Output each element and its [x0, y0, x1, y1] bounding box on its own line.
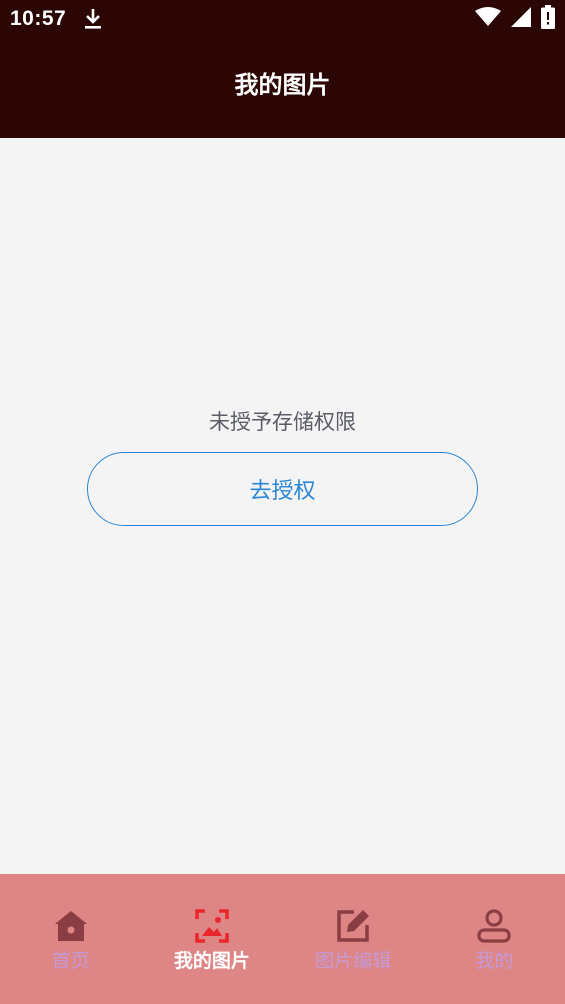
- bottom-tab-bar: 首页 我的图片 图片编辑 我的: [0, 874, 565, 1004]
- tab-label-mine: 我的: [475, 950, 514, 972]
- tab-mine[interactable]: 我的: [424, 874, 565, 1004]
- status-icons: [475, 5, 555, 33]
- status-bar: 10:57: [0, 0, 565, 38]
- signal-icon: [511, 7, 531, 31]
- tab-label-my-images: 我的图片: [173, 950, 250, 972]
- tab-image-edit[interactable]: 图片编辑: [283, 874, 424, 1004]
- page-title: 我的图片: [234, 70, 331, 99]
- tab-my-images[interactable]: 我的图片: [141, 874, 282, 1004]
- download-icon: [84, 8, 102, 30]
- main-content: 未授予存储权限 去授权: [0, 138, 565, 874]
- authorize-button[interactable]: 去授权: [87, 452, 478, 526]
- home-icon: [53, 908, 89, 944]
- tab-label-home: 首页: [51, 950, 90, 972]
- user-icon: [476, 908, 512, 944]
- image-icon: [194, 908, 230, 944]
- permission-message: 未授予存储权限: [209, 410, 356, 434]
- tab-label-image-edit: 图片编辑: [315, 950, 392, 972]
- app-bar: 我的图片: [0, 38, 565, 138]
- status-time: 10:57: [10, 7, 67, 30]
- edit-icon: [335, 908, 371, 944]
- battery-icon: [541, 5, 555, 33]
- wifi-icon: [475, 7, 501, 31]
- tab-home[interactable]: 首页: [0, 874, 141, 1004]
